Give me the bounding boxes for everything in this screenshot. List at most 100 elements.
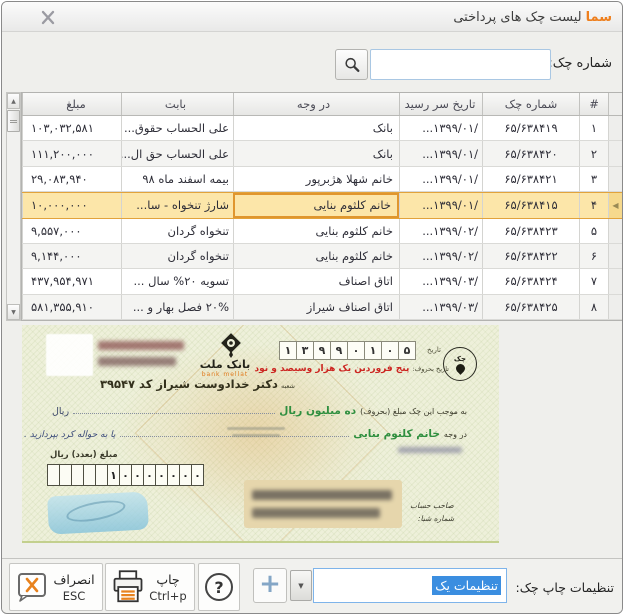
table-row[interactable]: ۲ ۶۵/۶۳۸۴۲۰ ...۱۳۹۹/۰۱/ بانک علی الحساب … xyxy=(22,141,622,166)
cell-check-number[interactable]: ۶۵/۶۳۸۴۲۵ xyxy=(482,295,579,319)
cell-due-date[interactable]: ...۱۳۹۹/۰۲/ xyxy=(399,219,482,243)
cell-check-number[interactable]: ۶۵/۶۳۸۴۲۳ xyxy=(482,219,579,243)
check-number-label: شماره چک: xyxy=(548,56,612,71)
scroll-up-button[interactable]: ▲ xyxy=(7,93,20,109)
cell-payee[interactable]: اتاق اصناف شیراز xyxy=(233,295,399,319)
cell-amount[interactable]: ۱۱۱,۲۰۰,۰۰۰ xyxy=(22,141,121,165)
scroll-down-button[interactable]: ▼ xyxy=(7,304,20,320)
plus-icon: + xyxy=(259,569,281,599)
table-row[interactable]: ۸ ۶۵/۶۳۸۴۲۵ ...۱۳۹۹/۰۳/ اتاق اصناف شیراز… xyxy=(22,295,622,320)
check-number-input[interactable] xyxy=(370,49,551,80)
cell-payee[interactable]: اتاق اصناف xyxy=(233,269,399,293)
cell-payee[interactable]: خانم شهلا هژبرپور xyxy=(233,167,399,191)
header-purpose[interactable]: بابت xyxy=(121,93,233,115)
print-label: چاپ xyxy=(156,572,179,587)
cell-check-number[interactable]: ۶۵/۶۳۸۴۲۲ xyxy=(482,244,579,268)
table-row[interactable]: ۶ ۶۵/۶۳۸۴۲۲ ...۱۳۹۹/۰۲/ خانم کلثوم بنایی… xyxy=(22,244,622,269)
cell-due-date[interactable]: ...۱۳۹۹/۰۲/ xyxy=(399,244,482,268)
header-due-date[interactable]: تاریخ سر رسید xyxy=(399,93,482,115)
check-image-preview: بانک ملت bank mellat ۱۳۹۹۰۱۰۵ تاریخ چک ت… xyxy=(22,325,499,543)
row-indicator[interactable] xyxy=(608,244,622,268)
settings-dropdown-button[interactable]: ▼ xyxy=(290,570,312,601)
window-title: لیست چک های پرداختی xyxy=(453,10,581,25)
chevron-down-icon: ▼ xyxy=(298,582,303,590)
vertical-scrollbar[interactable]: ▲ ▼ xyxy=(6,92,21,321)
cell-amount[interactable]: ۴۳۷,۹۵۴,۹۷۱ xyxy=(22,269,121,293)
table-row-selected[interactable]: ◀ ۴ ۶۵/۶۳۸۴۱۵ ...۱۳۹۹/۰۱/ خانم کلثوم بنا… xyxy=(22,192,622,218)
cell-payee[interactable]: بانک xyxy=(233,116,399,140)
header-payee[interactable]: در وجه xyxy=(233,93,399,115)
cell-purpose[interactable]: علی الحساب حقوق... xyxy=(121,116,233,140)
row-indicator[interactable] xyxy=(608,219,622,243)
cell-payee[interactable]: خانم کلثوم بنایی xyxy=(233,244,399,268)
cell-purpose[interactable]: علی الحساب حق ال... xyxy=(121,141,233,165)
cell-purpose[interactable]: تنخواه گردان xyxy=(121,244,233,268)
bank-mellat-emblem-icon xyxy=(218,330,244,358)
table-row[interactable]: ۳ ۶۵/۶۳۸۴۲۱ ...۱۳۹۹/۰۱/ خانم شهلا هژبرپو… xyxy=(22,167,622,192)
cell-purpose[interactable]: شارژ تنخواه - سا... xyxy=(121,193,233,217)
date-in-words: تاریخ بحروف: پنج فروردین یک هزار وسیصد و… xyxy=(247,364,449,374)
header-num[interactable]: # xyxy=(579,93,608,115)
print-button[interactable]: چاپ Ctrl+p xyxy=(105,563,195,611)
scroll-thumb[interactable] xyxy=(7,110,20,132)
row-indicator[interactable] xyxy=(608,295,622,319)
small-print-line xyxy=(232,434,280,437)
table-header: # شماره چک تاریخ سر رسید در وجه بابت مبل… xyxy=(22,93,622,116)
search-button[interactable] xyxy=(335,49,368,80)
cell-amount[interactable]: ۱۰۳,۰۳۲,۵۸۱ xyxy=(22,116,121,140)
cell-due-date[interactable]: ...۱۳۹۹/۰۱/ xyxy=(399,141,482,165)
blurred-serial-line xyxy=(98,341,184,350)
print-settings-combobox[interactable]: تنظیمات یک xyxy=(313,568,507,603)
cell-payee-focused[interactable]: خانم کلثوم بنایی xyxy=(233,193,399,217)
cell-check-number[interactable]: ۶۵/۶۳۸۴۲۴ xyxy=(482,269,579,293)
cell-amount[interactable]: ۹,۵۵۷,۰۰۰ xyxy=(22,219,121,243)
cell-check-number[interactable]: ۶۵/۶۳۸۴۲۰ xyxy=(482,141,579,165)
payment-checks-window: سما لیست چک های پرداختی شماره چک: ▲ ▼ # … xyxy=(1,1,623,614)
small-print-line xyxy=(227,427,285,430)
cell-due-date[interactable]: ...۱۳۹۹/۰۱/ xyxy=(399,116,482,140)
row-indicator[interactable] xyxy=(608,269,622,293)
table-row[interactable]: ۵ ۶۵/۶۳۸۴۲۳ ...۱۳۹۹/۰۲/ خانم کلثوم بنایی… xyxy=(22,219,622,244)
cell-due-date[interactable]: ...۱۳۹۹/۰۳/ xyxy=(399,269,482,293)
app-logo: سما xyxy=(586,10,612,25)
printer-icon xyxy=(110,569,146,605)
header-amount[interactable]: مبلغ xyxy=(22,93,121,115)
cancel-shortcut: ESC xyxy=(63,589,86,603)
checks-grid: # شماره چک تاریخ سر رسید در وجه بابت مبل… xyxy=(21,92,623,321)
row-indicator[interactable] xyxy=(608,116,622,140)
table-row[interactable]: ۱ ۶۵/۶۳۸۴۱۹ ...۱۳۹۹/۰۱/ بانک علی الحساب … xyxy=(22,116,622,141)
cell-check-number[interactable]: ۶۵/۶۳۸۴۱۹ xyxy=(482,116,579,140)
cell-payee[interactable]: بانک xyxy=(233,141,399,165)
account-holder-label: صاحب حساب xyxy=(410,501,462,510)
row-number: ۱ xyxy=(579,116,608,140)
cell-purpose[interactable]: تسویه ۲۰% سال ... xyxy=(121,269,233,293)
date-label: تاریخ xyxy=(427,346,441,354)
cell-purpose[interactable]: ۲۰% فصل بهار و ... xyxy=(121,295,233,319)
cell-purpose[interactable]: تنخواه گردان xyxy=(121,219,233,243)
cancel-button[interactable]: انصراف ESC xyxy=(9,563,103,611)
cell-due-date[interactable]: ...۱۳۹۹/۰۱/ xyxy=(399,193,482,217)
cell-due-date[interactable]: ...۱۳۹۹/۰۳/ xyxy=(399,295,482,319)
selected-row-marker-icon[interactable]: ◀ xyxy=(608,193,622,217)
cell-payee[interactable]: خانم کلثوم بنایی xyxy=(233,219,399,243)
help-button[interactable]: ? xyxy=(198,563,240,611)
table-row[interactable]: ۷ ۶۵/۶۳۸۴۲۴ ...۱۳۹۹/۰۳/ اتاق اصناف تسویه… xyxy=(22,269,622,294)
cell-amount[interactable]: ۵۸۱,۳۵۵,۹۱۰ xyxy=(22,295,121,319)
cell-amount[interactable]: ۱۰,۰۰۰,۰۰۰ xyxy=(22,193,121,217)
cell-purpose[interactable]: بیمه اسفند ماه ۹۸ xyxy=(121,167,233,191)
cell-due-date[interactable]: ...۱۳۹۹/۰۱/ xyxy=(399,167,482,191)
cell-amount[interactable]: ۲۹,۰۸۳,۹۴۰ xyxy=(22,167,121,191)
cell-check-number[interactable]: ۶۵/۶۳۸۴۱۵ xyxy=(482,193,579,217)
print-shortcut: Ctrl+p xyxy=(149,589,186,603)
cell-check-number[interactable]: ۶۵/۶۳۸۴۲۱ xyxy=(482,167,579,191)
row-number: ۸ xyxy=(579,295,608,319)
check-date-boxes: ۱۳۹۹۰۱۰۵ xyxy=(280,341,416,360)
header-check-number[interactable]: شماره چک xyxy=(482,93,579,115)
row-indicator[interactable] xyxy=(608,167,622,191)
add-settings-button[interactable]: + xyxy=(253,568,287,603)
row-indicator[interactable] xyxy=(608,141,622,165)
amount-in-words-line: به موجب این چک مبلغ (بحروف) ده میلیون ری… xyxy=(52,405,467,417)
cell-amount[interactable]: ۹,۱۴۴,۰۰۰ xyxy=(22,244,121,268)
close-icon[interactable] xyxy=(40,10,56,25)
branch-line: شعبه دکتر خدادوست شیراز کد ۳۹۵۴۷ xyxy=(80,377,295,391)
